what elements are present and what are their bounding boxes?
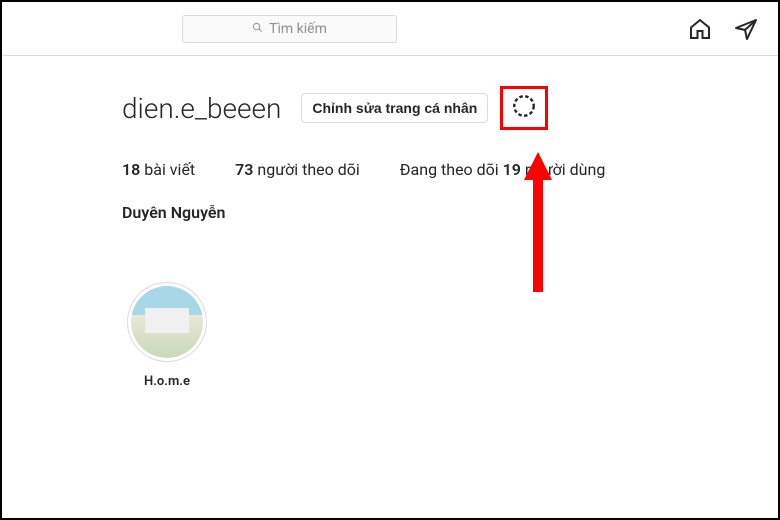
highlight-cover — [127, 282, 207, 362]
annotation-highlight-box — [500, 86, 548, 130]
highlight-image — [131, 286, 203, 358]
home-icon[interactable] — [688, 17, 712, 41]
top-navigation-bar: Tìm kiếm — [2, 2, 778, 56]
search-placeholder: Tìm kiếm — [269, 21, 327, 37]
settings-gear-icon[interactable] — [511, 93, 537, 123]
highlight-label: H.o.m.e — [144, 374, 190, 389]
edit-profile-button[interactable]: Chỉnh sửa trang cá nhân — [301, 93, 488, 123]
following-stat[interactable]: Đang theo dõi 19 người dùng — [400, 160, 606, 179]
profile-section: dien.e_beeen Chỉnh sửa trang cá nhân 18 … — [2, 56, 778, 389]
profile-username: dien.e_beeen — [122, 92, 281, 125]
search-input[interactable]: Tìm kiếm — [182, 15, 397, 43]
profile-stats: 18 bài viết 73 người theo dõi Đang theo … — [122, 160, 778, 179]
following-count: 19 — [503, 160, 521, 179]
following-prefix: Đang theo dõi — [400, 160, 499, 179]
story-highlights: H.o.m.e — [122, 282, 778, 389]
followers-label: người theo dõi — [257, 160, 359, 179]
profile-display-name: Duyên Nguyễn — [122, 203, 778, 222]
posts-label: bài viết — [144, 160, 195, 179]
direct-message-icon[interactable] — [734, 17, 758, 41]
highlight-item[interactable]: H.o.m.e — [122, 282, 212, 389]
profile-header: dien.e_beeen Chỉnh sửa trang cá nhân — [122, 86, 778, 130]
followers-stat[interactable]: 73 người theo dõi — [235, 160, 360, 179]
followers-count: 73 — [235, 160, 253, 179]
posts-count: 18 — [122, 160, 140, 179]
posts-stat: 18 bài viết — [122, 160, 195, 179]
search-icon — [252, 22, 263, 36]
following-suffix: người dùng — [525, 160, 605, 179]
